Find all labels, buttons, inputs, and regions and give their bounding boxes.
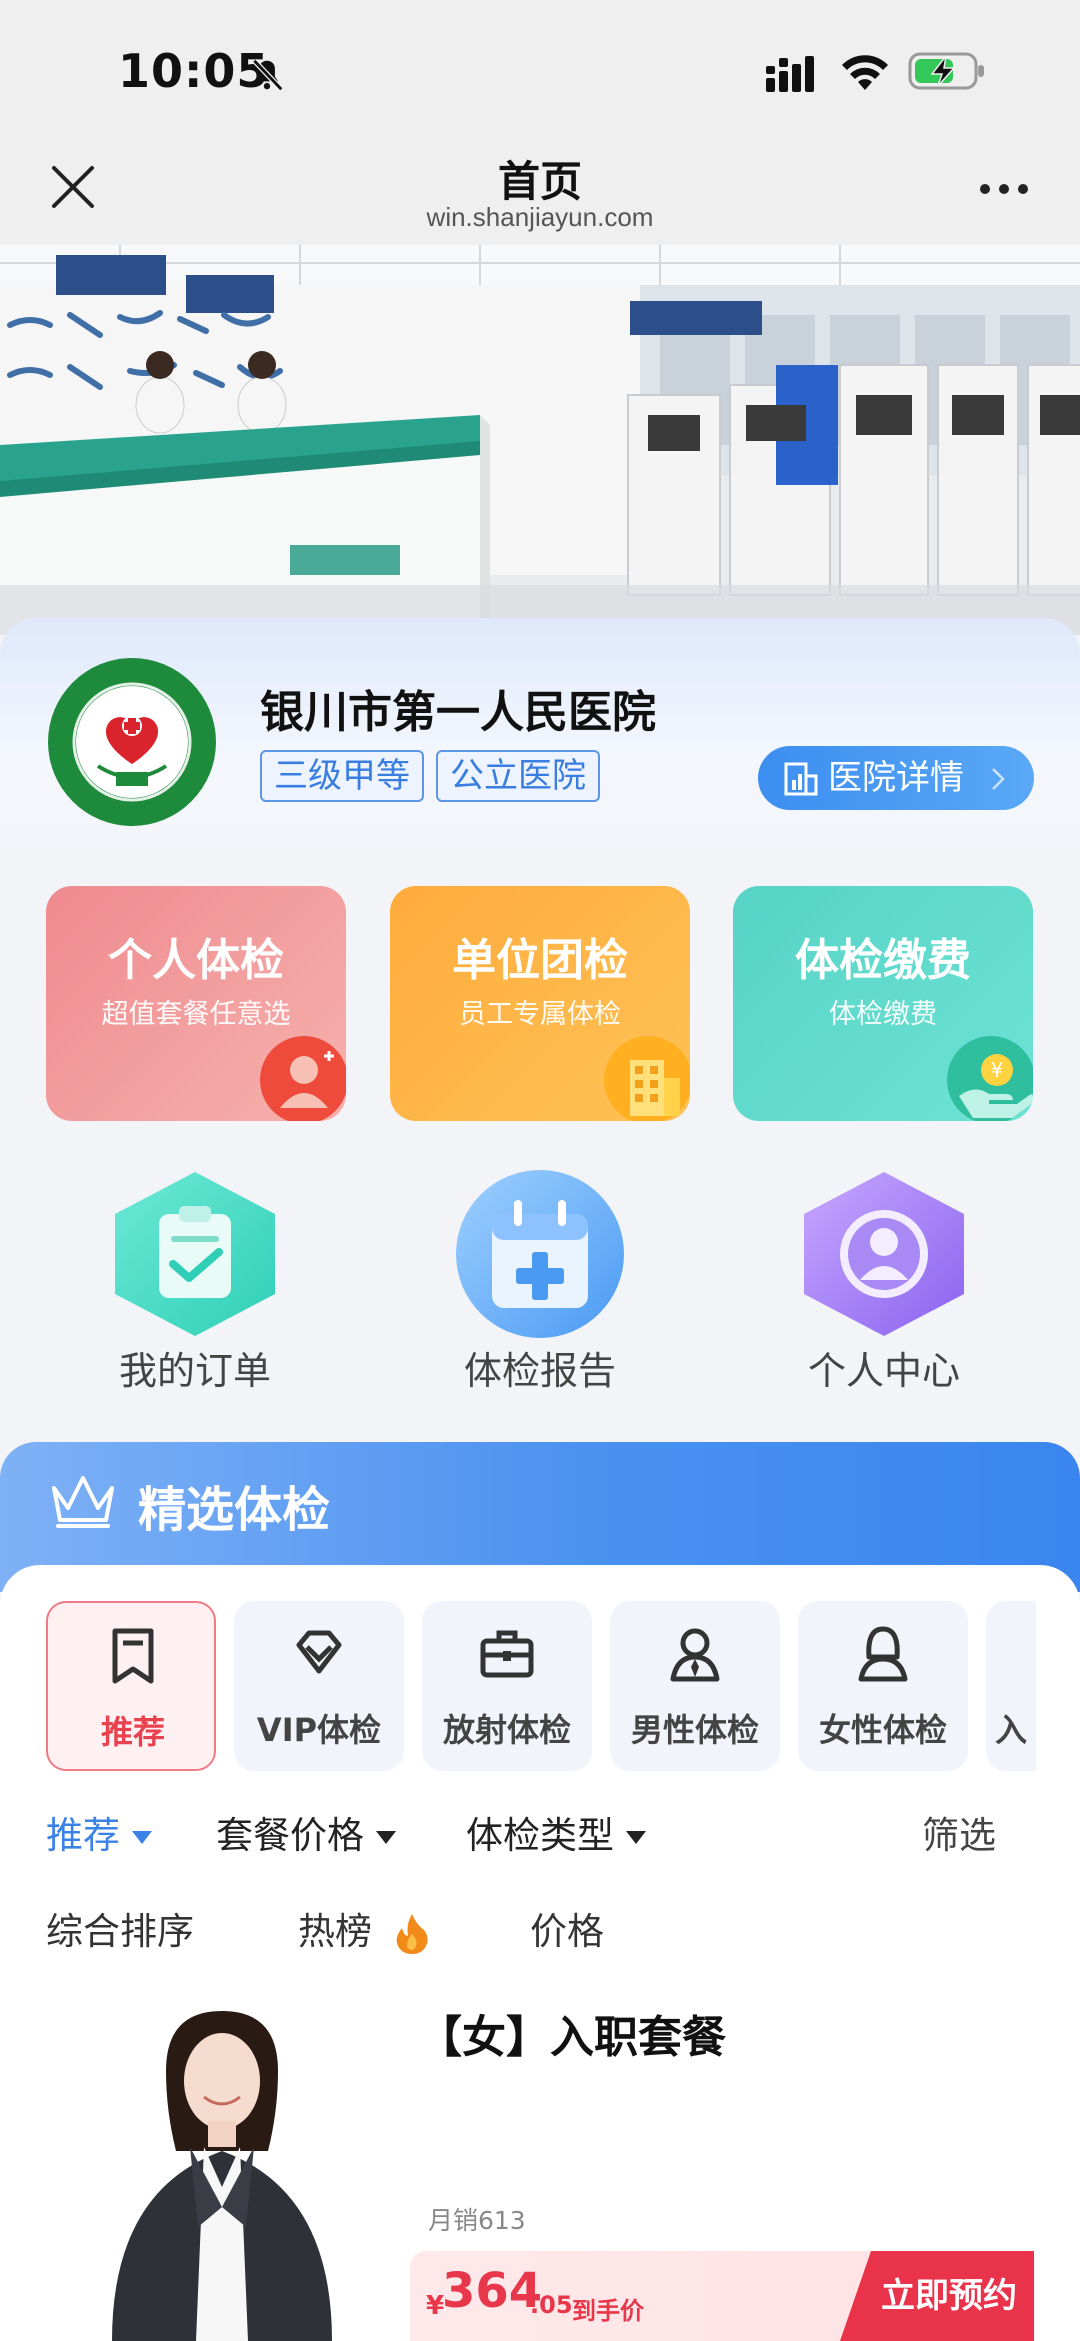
page-title: 首页 (497, 157, 582, 206)
sort-comprehensive[interactable]: 综合排序 (46, 1901, 194, 1955)
price-bar: ¥ 364 .05 到手价 立即预约 (410, 2251, 1034, 2341)
category-label: VIP体检 (256, 1711, 382, 1749)
featured-section-body: 推荐 VIP体检 放射体检 男性体检 女性体检 入 推荐 套餐价格 体检类型 筛… (0, 1565, 1080, 2341)
sort-price[interactable]: 价格 (530, 1901, 604, 1955)
hospital-tag-type: 公立医院 (436, 750, 600, 802)
sort-hot-list[interactable]: 热榜 (298, 1901, 432, 1956)
quick-link-checkup-report[interactable]: 体检报告 (420, 1168, 660, 1398)
sort-bar: 综合排序 热榜 价格 (46, 1901, 1036, 1961)
category-label: 男性体检 (630, 1711, 759, 1749)
product-photo[interactable] (92, 1997, 352, 2341)
filter-recommended-dropdown[interactable]: 推荐 (46, 1805, 152, 1859)
wifi-icon (842, 55, 888, 90)
filter-type-dropdown[interactable]: 体检类型 (466, 1805, 646, 1859)
service-card-personal-checkup[interactable]: 个人体检 超值套餐任意选 (46, 886, 346, 1121)
price-decimal: .05 (530, 2291, 573, 2319)
hospital-detail-label: 医院详情 (828, 758, 964, 798)
category-tab-radiology[interactable]: 放射体检 (422, 1601, 592, 1771)
clipboard-check-icon (115, 1172, 275, 1336)
category-tab-vip[interactable]: VIP体检 (234, 1601, 404, 1771)
female-user-icon (858, 1626, 908, 1682)
battery-charging-icon (908, 52, 984, 90)
quick-link-label: 体检报告 (463, 1349, 616, 1393)
sort-label: 热榜 (298, 1910, 372, 1953)
service-title: 个人体检 (108, 935, 284, 986)
building-icon (604, 1036, 690, 1121)
page-url: win.shanjiayun.com (426, 202, 654, 232)
caret-down-icon (626, 1831, 646, 1844)
male-user-icon (670, 1628, 720, 1682)
category-label: 入 (994, 1711, 1027, 1749)
price-integer: 364 (442, 2263, 543, 2319)
quick-link-personal-center[interactable]: 个人中心 (764, 1168, 1004, 1398)
bell-muted-icon (252, 58, 284, 92)
briefcase-icon (480, 1630, 534, 1678)
hospital-logo (48, 658, 216, 826)
category-tabs: 推荐 VIP体检 放射体检 男性体检 女性体检 入 (46, 1601, 1036, 1773)
category-label: 放射体检 (442, 1711, 571, 1749)
hospital-name: 银川市第一人民医院 (260, 687, 656, 738)
filter-screen-button[interactable]: 筛选 (922, 1805, 996, 1859)
hospital-info-card: 银川市第一人民医院 三级甲等 公立医院 医院详情 (0, 618, 1080, 878)
flame-icon (396, 1913, 428, 1954)
filter-label: 推荐 (46, 1814, 120, 1857)
filter-price-dropdown[interactable]: 套餐价格 (216, 1805, 396, 1859)
calendar-cross-icon (456, 1170, 624, 1338)
hospital-tag-level: 三级甲等 (260, 750, 424, 802)
category-label: 女性体检 (818, 1711, 947, 1749)
caret-down-icon (376, 1831, 396, 1844)
building-chart-icon (784, 762, 818, 796)
filter-label: 体检类型 (466, 1814, 614, 1857)
quick-link-label: 个人中心 (807, 1349, 960, 1393)
person-icon (260, 1036, 346, 1121)
category-tab-female[interactable]: 女性体检 (798, 1601, 968, 1771)
chevron-right-icon (992, 768, 1005, 790)
quick-link-my-orders[interactable]: 我的订单 (75, 1168, 315, 1398)
category-tab-onboarding[interactable]: 入 (986, 1601, 1036, 1771)
service-title: 单位团检 (452, 935, 628, 986)
service-subtitle: 员工专属体检 (459, 999, 621, 1030)
user-hexagon-icon (804, 1172, 964, 1336)
more-icon[interactable] (978, 182, 1030, 196)
service-title: 体检缴费 (795, 935, 971, 986)
hospital-detail-button[interactable]: 医院详情 (758, 746, 1034, 810)
featured-section-title: 精选体检 (138, 1482, 331, 1538)
service-card-payment[interactable]: 体检缴费 体检缴费 ¥ (733, 886, 1033, 1121)
caret-down-icon (132, 1831, 152, 1844)
book-now-button[interactable]: 立即预约 (840, 2251, 1034, 2341)
service-subtitle: 体检缴费 (829, 999, 937, 1030)
status-bar: 10:05 (0, 0, 1080, 140)
payment-icon: ¥ (947, 1036, 1033, 1121)
product-title[interactable]: 【女】入职套餐 (418, 2001, 726, 2065)
crown-icon (52, 1476, 114, 1528)
quick-link-label: 我的订单 (118, 1349, 271, 1393)
product-monthly-sales: 月销613 (428, 2206, 526, 2235)
bookmark-icon (112, 1628, 154, 1684)
price-label: 到手价 (572, 2297, 644, 2325)
signal-icon (766, 56, 814, 92)
category-tab-recommended[interactable]: 推荐 (46, 1601, 216, 1771)
service-subtitle: 超值套餐任意选 (101, 999, 291, 1030)
service-card-group-checkup[interactable]: 单位团检 员工专属体检 (390, 886, 690, 1121)
filter-label: 套餐价格 (216, 1814, 364, 1857)
category-tab-male[interactable]: 男性体检 (610, 1601, 780, 1771)
status-time: 10:05 (118, 44, 270, 98)
hospital-banner-image[interactable] (0, 245, 1080, 635)
diamond-icon (296, 1630, 342, 1674)
svg-text:¥: ¥ (991, 1058, 1004, 1082)
top-navigation: 首页 win.shanjiayun.com (0, 140, 1080, 245)
category-label: 推荐 (100, 1713, 165, 1751)
filter-bar: 推荐 套餐价格 体检类型 筛选 (46, 1805, 1036, 1865)
